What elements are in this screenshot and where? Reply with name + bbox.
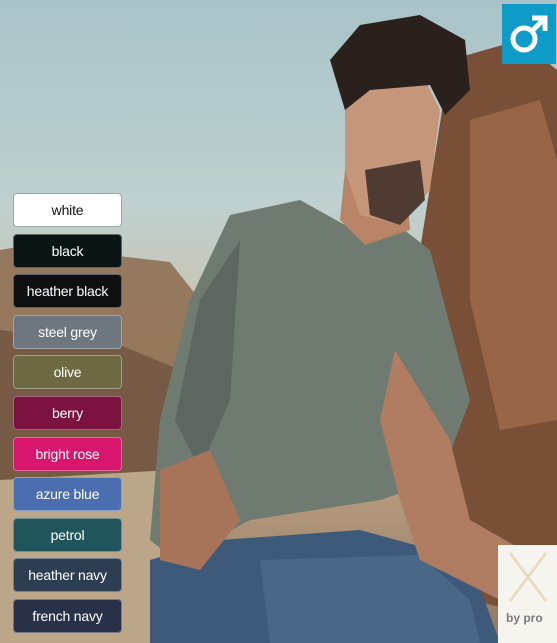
brand-text: by pro [506,611,543,625]
x-logo-icon [508,552,548,602]
swatch-petrol[interactable]: petrol [13,517,122,552]
swatch-steel-grey[interactable]: steel grey [13,314,122,349]
swatch-heather-navy[interactable]: heather navy [13,558,122,593]
color-swatch-list: white black heather black steel grey oli… [13,193,122,640]
swatch-olive[interactable]: olive [13,355,122,390]
male-gender-badge [502,4,556,64]
swatch-white[interactable]: white [13,193,122,227]
male-symbol-icon [510,15,548,53]
swatch-bright-rose[interactable]: bright rose [13,436,122,471]
swatch-azure-blue[interactable]: azure blue [13,477,122,512]
product-photo: white black heather black steel grey oli… [0,0,557,643]
brand-logo: by pro [498,545,557,643]
swatch-black[interactable]: black [13,233,122,268]
swatch-berry[interactable]: berry [13,395,122,430]
swatch-heather-black[interactable]: heather black [13,274,122,309]
swatch-french-navy[interactable]: french navy [13,598,122,633]
